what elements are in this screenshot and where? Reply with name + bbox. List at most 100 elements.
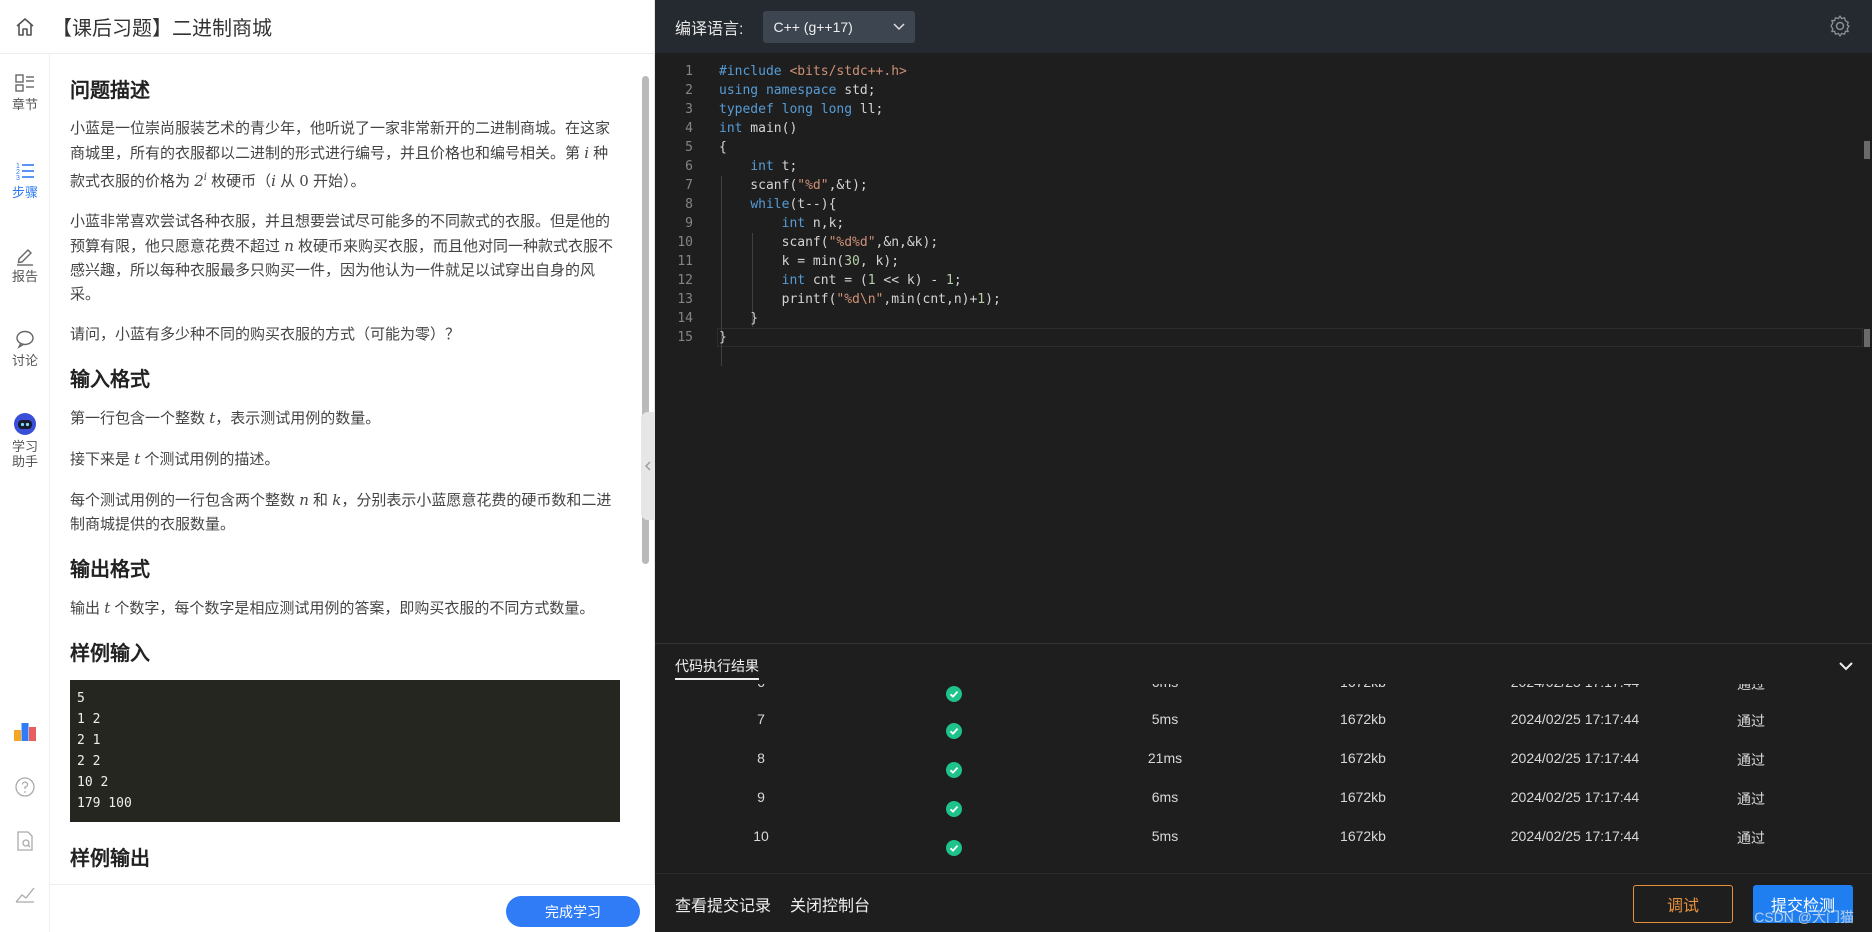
input-paragraph-1: 第一行包含一个整数 t，表示测试用例的数量。	[70, 406, 620, 431]
watermark: CSDN @大门猫	[1754, 909, 1854, 925]
pane-collapse-handle[interactable]	[641, 412, 655, 520]
code-pane: 编译语言: C++ (g++17) 1 #include <bits/stdc++…	[655, 0, 1872, 932]
line-number: 6	[685, 159, 693, 174]
text-span: 接下来是	[70, 451, 131, 468]
text-span: 从	[280, 173, 296, 190]
result-tab[interactable]: 代码执行结果	[675, 656, 759, 680]
editor-scroll-marker	[1864, 141, 1870, 159]
rail-item-assistant[interactable]: 学习 助手	[0, 412, 50, 469]
text-span: 小蓝是一位崇尚服装艺术的青少年，他听说了一家非常新开的二进制商城。在这家商城里，…	[70, 120, 611, 162]
code-line: 9 int n,k;	[655, 214, 1860, 233]
ranking-icon	[14, 723, 36, 741]
check-circle-icon	[946, 723, 962, 739]
text-span: 开始）。	[313, 173, 366, 190]
line-number: 5	[685, 140, 693, 155]
line-number: 3	[685, 102, 693, 117]
case-number: 9	[757, 789, 765, 805]
code-line: 2 using namespace std;	[655, 81, 1860, 100]
rail-item-report[interactable]: 报告	[0, 244, 50, 284]
code-text: {	[719, 140, 727, 155]
action-bar: 查看提交记录 关闭控制台 调试 提交检测 CSDN @大门猫	[655, 873, 1872, 932]
line-number: 14	[677, 311, 693, 326]
line-number: 2	[685, 83, 693, 98]
code-line: 13 printf("%d\n",min(cnt,n)+1);	[655, 290, 1860, 309]
view-submissions-link[interactable]: 查看提交记录	[675, 892, 771, 916]
description-paragraph-2: 小蓝非常喜欢尝试各种衣服，并且想要尝试尽可能多的不同款式的衣服。但是他的预算有限…	[70, 210, 620, 307]
code-text: scanf("%d%d",&n,&k);	[719, 235, 939, 250]
rail-label-chapters: 章节	[11, 97, 38, 112]
rail-item-discussion[interactable]: 讨论	[0, 328, 50, 368]
text-span: 个测试用例的描述。	[144, 451, 280, 468]
code-text: typedef long long ll;	[719, 102, 884, 117]
line-number: 4	[685, 121, 693, 136]
sample-output-heading: 样例输出	[70, 848, 150, 870]
case-number: 8	[757, 750, 765, 766]
rail-label-assistant-2: 助手	[11, 454, 38, 469]
result-collapse-button[interactable]	[1838, 658, 1854, 676]
robot-icon	[14, 413, 36, 435]
code-text: }	[719, 330, 727, 345]
line-number: 7	[685, 178, 693, 193]
rail-label-steps: 步骤	[11, 185, 38, 200]
math-exp: i	[203, 172, 207, 183]
text-span: 输出	[70, 600, 101, 617]
result-row: 7 5ms 1672kb 2024/02/25 17:17:44 通过	[655, 700, 1872, 739]
close-console-link[interactable]: 关闭控制台	[790, 892, 870, 916]
problem-header: 【课后习题】二进制商城	[0, 0, 655, 54]
home-button[interactable]	[0, 0, 50, 54]
memory-cell: 1672kb	[1340, 828, 1386, 844]
time-cell: 5ms	[1151, 711, 1179, 727]
math-base: 2	[194, 172, 204, 190]
output-format-heading: 输出格式	[70, 559, 150, 581]
math-var: n	[284, 237, 294, 255]
line-number: 12	[677, 273, 693, 288]
rail-item-chapters[interactable]: 章节	[0, 72, 50, 112]
memory-cell: 1672kb	[1340, 750, 1386, 766]
home-icon	[16, 17, 34, 36]
text-span: ，表示测试用例的数量。	[215, 410, 381, 427]
sample-input-heading: 样例输入	[70, 643, 150, 665]
math-var: t	[134, 450, 141, 468]
date-cell: 2024/02/25 17:17:44	[1510, 789, 1640, 805]
math-var: n	[299, 491, 309, 509]
language-label: 编译语言:	[675, 20, 744, 38]
result-panel: 代码执行结果 6 6ms 1672kb 2024/02/25 17:17:44 …	[655, 643, 1872, 873]
math-num: 0	[299, 172, 309, 190]
description-heading: 问题描述	[70, 80, 150, 102]
help-button[interactable]	[12, 774, 38, 800]
input-format-heading: 输入格式	[70, 369, 150, 391]
editor-scroll-marker	[1864, 329, 1870, 347]
rail-label-report: 报告	[11, 269, 38, 284]
ranking-button[interactable]	[12, 718, 38, 744]
language-select[interactable]: C++ (g++17)	[763, 10, 916, 43]
code-line: 5{	[655, 138, 1860, 157]
finish-study-button[interactable]: 完成学习	[506, 896, 640, 927]
chapters-icon	[15, 74, 34, 92]
settings-button[interactable]	[1828, 14, 1852, 43]
math-var: i	[271, 172, 276, 190]
stats-button[interactable]	[12, 880, 38, 906]
rail-item-steps[interactable]: 1 2 3 步骤	[0, 160, 50, 200]
line-number: 15	[677, 330, 693, 345]
result-row: 10 5ms 1672kb 2024/02/25 17:17:44 通过	[655, 817, 1872, 856]
problem-pane: 【课后习题】二进制商城 章节 1 2 3 步骤 报告 讨论 学习 助手 问题描述…	[0, 0, 655, 932]
memory-cell: 1672kb	[1340, 789, 1386, 805]
code-editor[interactable]: 1 #include <bits/stdc++.h> 2 using namespa…	[655, 53, 1872, 643]
math-power: 2i	[194, 172, 207, 190]
check-circle-icon	[946, 840, 962, 856]
code-text: printf("%d\n",min(cnt,n)+1);	[719, 292, 1001, 307]
code-line: 3 typedef long long ll;	[655, 100, 1860, 119]
code-text: using namespace std;	[719, 83, 876, 98]
notes-button[interactable]	[12, 828, 38, 854]
code-line: 8 while(t--){	[655, 195, 1860, 214]
code-text: int main()	[719, 121, 798, 136]
date-cell: 2024/02/25 17:17:44	[1510, 750, 1640, 766]
code-line: 12 int cnt = (1 << k) - 1;	[655, 271, 1860, 290]
result-cell: 通过	[1737, 791, 1765, 807]
result-cell: 通过	[1737, 713, 1765, 729]
line-number: 11	[677, 254, 693, 269]
left-footer: 完成学习	[50, 884, 655, 932]
time-cell: 5ms	[1151, 828, 1179, 844]
help-icon	[15, 777, 35, 797]
debug-button[interactable]: 调试	[1633, 885, 1733, 923]
